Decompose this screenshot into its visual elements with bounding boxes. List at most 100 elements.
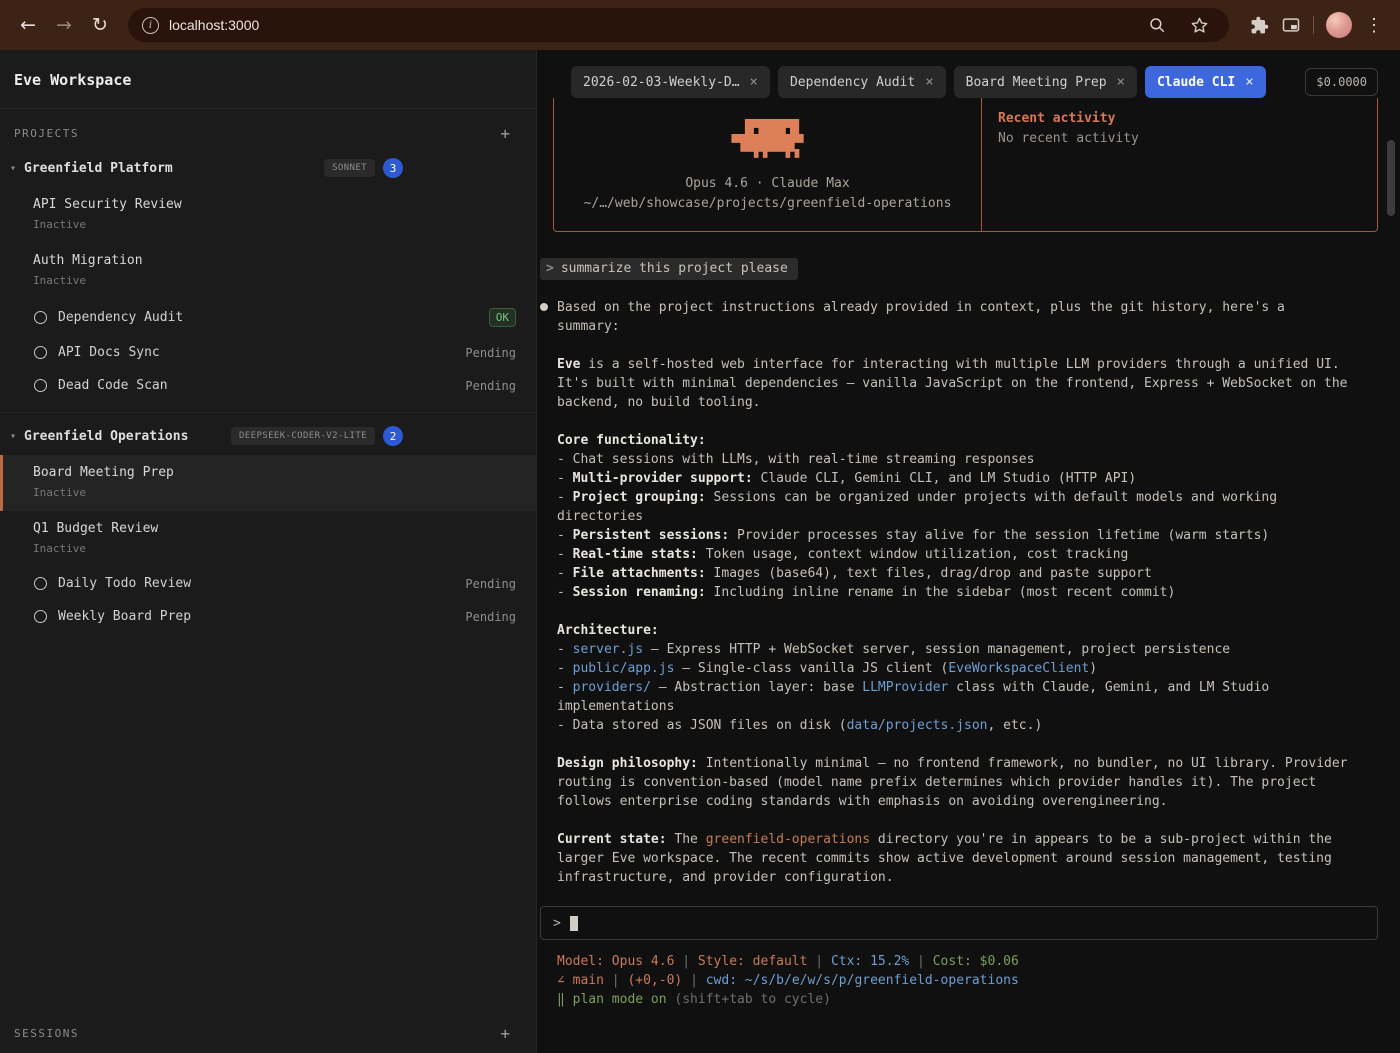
menu-dots-icon[interactable]: ⋮ bbox=[1358, 9, 1390, 41]
task-item[interactable]: API Docs SyncPending bbox=[0, 336, 536, 369]
session-status: Inactive bbox=[33, 218, 516, 231]
task-status-circle-icon bbox=[34, 311, 47, 324]
message-line: - Chat sessions with LLMs, with real-tim… bbox=[557, 450, 1349, 469]
tab[interactable]: Claude CLI× bbox=[1145, 66, 1266, 98]
project-group: ▾Greenfield PlatformSONNET3API Security … bbox=[0, 149, 536, 402]
sessions-label: SESSIONS bbox=[14, 1027, 79, 1040]
user-message-chip: >summarize this project please bbox=[540, 258, 798, 280]
back-icon[interactable]: ← bbox=[10, 7, 46, 43]
assistant-message-block: Based on the project instructions alread… bbox=[540, 298, 1349, 336]
tab-bar: 2026-02-03-Weekly-D…×Dependency Audit×Bo… bbox=[538, 50, 1400, 98]
task-item[interactable]: Weekly Board Prep Pending bbox=[0, 600, 536, 633]
forward-icon[interactable]: → bbox=[46, 7, 82, 43]
tab[interactable]: Dependency Audit × bbox=[778, 66, 946, 98]
assistant-message-block: Architecture:- server.js — Express HTTP … bbox=[540, 621, 1349, 735]
close-icon[interactable]: × bbox=[750, 74, 758, 90]
task-badge: Pending bbox=[465, 346, 516, 360]
model-badge: DEEPSEEK-CODER-V2-LITE bbox=[231, 427, 375, 445]
status-bar: Model: Opus 4.6 | Style: default | Ctx: … bbox=[557, 952, 1400, 1009]
status-line: ‖ plan mode on (shift+tab to cycle) bbox=[557, 990, 1400, 1009]
session-item[interactable]: Q1 Budget Review Inactive bbox=[0, 511, 536, 567]
working-directory: ~/…/web/showcase/projects/greenfield-ope… bbox=[584, 196, 952, 211]
message-line: - server.js — Express HTTP + WebSocket s… bbox=[557, 640, 1349, 659]
add-project-button[interactable]: + bbox=[500, 124, 510, 143]
message-line: - Multi-provider support: Claude CLI, Ge… bbox=[557, 469, 1349, 488]
add-session-button[interactable]: + bbox=[500, 1024, 510, 1043]
session-item[interactable]: Board Meeting PrepInactive bbox=[0, 455, 536, 511]
project-group: ▾ Greenfield Operations DEEPSEEK-CODER-V2-… bbox=[0, 412, 536, 633]
task-status-circle-icon bbox=[34, 379, 47, 392]
browser-toolbar: ← → ↻ i localhost:3000 ⋮ bbox=[0, 0, 1400, 50]
recent-activity-body: No recent activity bbox=[998, 131, 1361, 146]
close-icon[interactable]: × bbox=[1245, 74, 1253, 90]
session-title: Q1 Budget Review bbox=[33, 521, 516, 536]
task-status-circle-icon bbox=[34, 610, 47, 623]
tab-label: Dependency Audit bbox=[790, 75, 915, 90]
task-badge: Pending bbox=[465, 610, 516, 624]
task-badge: Pending bbox=[465, 577, 516, 591]
session-item[interactable]: Auth MigrationInactive bbox=[0, 243, 536, 299]
task-label: Dependency Audit bbox=[58, 310, 478, 325]
welcome-left: ▐▛███▜▌ ▝▜█████▛▘ ▘▘ ▝▝ Opus 4.6 · Claud… bbox=[554, 98, 982, 231]
message-line: - Data stored as JSON files on disk (dat… bbox=[557, 716, 1349, 735]
zoom-icon[interactable] bbox=[1141, 9, 1173, 41]
projects-section-header: PROJECTS + bbox=[0, 109, 536, 149]
projects-label: PROJECTS bbox=[14, 127, 79, 140]
reload-icon[interactable]: ↻ bbox=[82, 7, 118, 43]
bookmark-star-icon[interactable] bbox=[1183, 9, 1215, 41]
workspace-title: Eve Workspace bbox=[14, 71, 522, 89]
session-status: Inactive bbox=[33, 274, 516, 287]
message-line: Core functionality: bbox=[557, 431, 1349, 450]
scrollbar-thumb[interactable] bbox=[1387, 140, 1395, 216]
extensions-puzzle-icon[interactable] bbox=[1243, 9, 1275, 41]
task-status-circle-icon bbox=[34, 346, 47, 359]
model-line: Opus 4.6 · Claude Max bbox=[685, 176, 849, 191]
main-panel: 2026-02-03-Weekly-D…×Dependency Audit×Bo… bbox=[538, 50, 1400, 1053]
task-badge: OK bbox=[489, 308, 516, 327]
text-cursor bbox=[570, 916, 578, 931]
workspace-header: Eve Workspace bbox=[0, 50, 536, 109]
close-icon[interactable]: × bbox=[925, 74, 933, 90]
toolbar-divider bbox=[1313, 16, 1314, 34]
message-line: - public/app.js — Single-class vanilla J… bbox=[557, 659, 1349, 678]
task-label: Weekly Board Prep bbox=[58, 609, 454, 624]
tab[interactable]: Board Meeting Prep × bbox=[954, 66, 1137, 98]
response-bullet-icon bbox=[540, 303, 548, 311]
project-group-name: Greenfield Platform bbox=[24, 161, 173, 176]
message-line: - Session renaming: Including inline ren… bbox=[557, 583, 1349, 602]
session-status: Inactive bbox=[33, 542, 516, 555]
message-line: Design philosophy: Intentionally minimal… bbox=[557, 754, 1349, 811]
task-item[interactable]: Dead Code ScanPending bbox=[0, 369, 536, 402]
task-item[interactable]: Daily Todo ReviewPending bbox=[0, 567, 536, 600]
task-item[interactable]: Dependency Audit OK bbox=[0, 299, 536, 336]
session-status: Inactive bbox=[33, 486, 516, 499]
message-line: Based on the project instructions alread… bbox=[557, 298, 1349, 336]
session-item[interactable]: API Security Review Inactive bbox=[0, 187, 536, 243]
sidebar-groups: ▾Greenfield PlatformSONNET3API Security … bbox=[0, 149, 536, 633]
url-text[interactable]: localhost:3000 bbox=[169, 17, 259, 33]
project-group-header[interactable]: ▾ Greenfield Operations DEEPSEEK-CODER-V2-… bbox=[0, 417, 536, 455]
sidebar: Eve Workspace PROJECTS + ▾Greenfield Pla… bbox=[0, 50, 537, 1053]
tab-label: Board Meeting Prep bbox=[966, 75, 1107, 90]
site-info-icon[interactable]: i bbox=[142, 17, 159, 34]
welcome-box: ▐▛███▜▌ ▝▜█████▛▘ ▘▘ ▝▝ Opus 4.6 · Claud… bbox=[553, 98, 1378, 232]
message-line: Current state: The greenfield-operations… bbox=[557, 830, 1349, 887]
message-line: - providers/ — Abstraction layer: base L… bbox=[557, 678, 1349, 716]
tab[interactable]: 2026-02-03-Weekly-D…× bbox=[571, 66, 770, 98]
prompt-input[interactable]: > bbox=[540, 906, 1378, 940]
profile-avatar[interactable] bbox=[1326, 12, 1352, 38]
session-title: API Security Review bbox=[33, 197, 516, 212]
recent-activity-title: Recent activity bbox=[998, 111, 1361, 126]
welcome-right: Recent activity No recent activity bbox=[982, 98, 1377, 231]
url-bar[interactable]: i localhost:3000 bbox=[128, 8, 1229, 42]
project-group-header[interactable]: ▾Greenfield PlatformSONNET3 bbox=[0, 149, 536, 187]
chevron-down-icon: ▾ bbox=[10, 431, 16, 442]
assistant-message-block: Core functionality:- Chat sessions with … bbox=[540, 431, 1349, 602]
status-line: ∠ main | (+0,-0) | cwd: ~/s/b/e/w/s/p/gr… bbox=[557, 971, 1400, 990]
project-group-name: Greenfield Operations bbox=[24, 429, 188, 444]
user-message-text: summarize this project please bbox=[561, 261, 788, 276]
close-icon[interactable]: × bbox=[1117, 74, 1125, 90]
side-panel-icon[interactable] bbox=[1275, 9, 1307, 41]
status-line: Model: Opus 4.6 | Style: default | Ctx: … bbox=[557, 952, 1400, 971]
session-count-badge: 2 bbox=[383, 426, 403, 446]
